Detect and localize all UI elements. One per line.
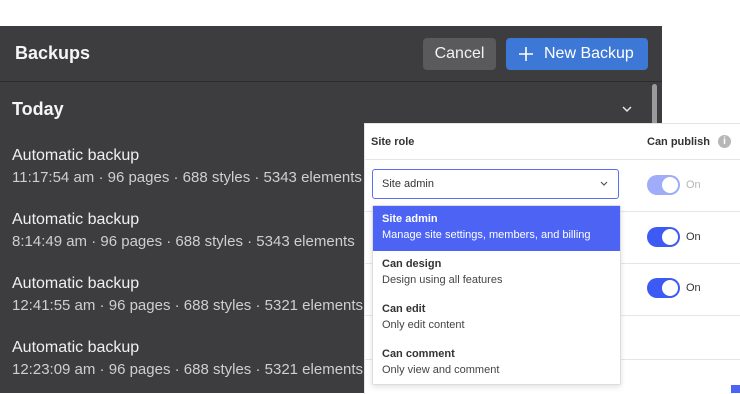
toggle-label: On [686,231,701,243]
toggle-knob [662,177,678,193]
scrollbar[interactable] [652,84,657,128]
toggle-label: On [686,282,701,294]
role-option-desc: Design using all features [382,274,503,286]
row-divider [365,159,740,160]
info-icon[interactable]: i [718,135,731,148]
role-option-desc: Manage site settings, members, and billi… [382,229,591,241]
can-publish-header: Can publish [647,136,710,148]
role-option-title: Can comment [382,348,455,360]
can-publish-toggle[interactable] [647,278,680,298]
role-option-can-comment[interactable]: Can comment Only view and comment [373,341,620,386]
cancel-button[interactable]: Cancel [423,38,496,70]
role-option-title: Site admin [382,213,438,225]
role-option-desc: Only view and comment [382,364,500,376]
can-publish-toggle [647,175,680,195]
toggle-knob [662,280,678,296]
role-option-site-admin[interactable]: Site admin Manage site settings, members… [373,206,620,251]
site-role-dropdown: Site admin Manage site settings, members… [372,205,621,385]
can-publish-toggle[interactable] [647,227,680,247]
site-role-select-value: Site admin [382,178,434,190]
chevron-down-icon[interactable] [621,103,633,115]
section-today-label: Today [12,99,64,119]
toggle-knob [662,229,678,245]
accent-corner-mark [731,385,740,393]
site-role-header: Site role [371,136,415,148]
role-option-can-edit[interactable]: Can edit Only edit content [373,296,620,341]
chevron-down-icon [600,181,608,186]
new-backup-label: New Backup [544,45,634,62]
backups-title: Backups [15,43,91,63]
role-option-title: Can design [382,258,442,270]
site-role-select[interactable]: Site admin [372,169,619,199]
role-option-desc: Only edit content [382,319,465,331]
role-option-can-design[interactable]: Can design Design using all features [373,251,620,296]
backups-header: Backups Cancel New Backup [0,26,662,82]
site-roles-panel: Site role Can publish i Site admin On On… [364,123,740,394]
toggle-label: On [686,179,701,191]
new-backup-button[interactable]: New Backup [506,38,648,70]
role-option-title: Can edit [382,303,426,315]
plus-icon [519,47,533,61]
